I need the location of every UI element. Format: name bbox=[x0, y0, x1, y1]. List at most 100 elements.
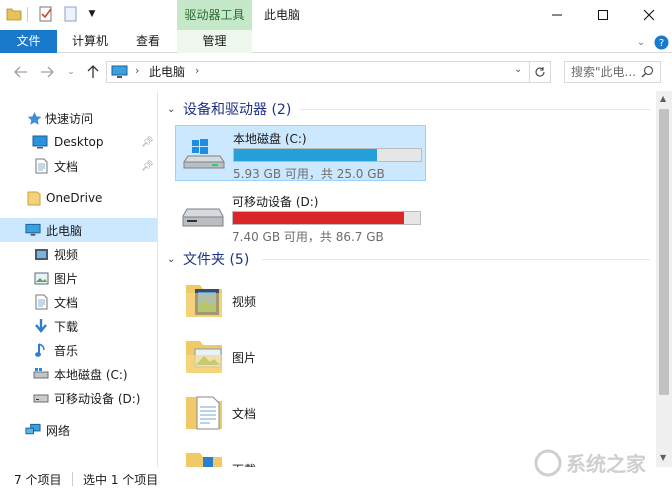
sidebar-item-label: OneDrive bbox=[46, 191, 103, 205]
up-arrow-icon bbox=[87, 65, 99, 78]
up-button[interactable] bbox=[84, 64, 102, 80]
breadcrumb[interactable]: 此电脑 bbox=[149, 62, 185, 82]
document-folder-icon bbox=[183, 391, 225, 436]
ribbon-tabs: 文件 计算机 查看 管理 ⌄ ? bbox=[0, 30, 672, 53]
content-pane: ⌄ 设备和驱动器 (2) 本地磁盘 (C:) 5.93 GB 可用，共 25.0… bbox=[159, 91, 656, 467]
tab-computer[interactable]: 计算机 bbox=[59, 30, 121, 53]
sidebar-item-videos[interactable]: 视频 bbox=[0, 242, 157, 266]
group-divider bbox=[262, 259, 650, 260]
group-header-folders[interactable]: ⌄ 文件夹 (5) bbox=[167, 249, 249, 269]
sidebar-item-label: Desktop bbox=[54, 135, 104, 149]
drive-name: 本地磁盘 (C:) bbox=[233, 132, 307, 146]
folder-item-downloads[interactable]: 下载 bbox=[183, 445, 383, 467]
picture-folder-icon bbox=[183, 335, 225, 380]
video-icon bbox=[33, 246, 49, 262]
drive-usage-fill bbox=[233, 212, 405, 224]
sidebar-item-label: 网络 bbox=[46, 423, 71, 438]
drive-item-d[interactable]: 可移动设备 (D:) 7.40 GB 可用，共 86.7 GB bbox=[175, 189, 426, 245]
status-separator bbox=[72, 472, 73, 486]
sidebar-item-documents-quick[interactable]: 文档 📌︎ bbox=[0, 154, 157, 178]
sidebar-item-label: 下载 bbox=[54, 319, 79, 334]
sidebar-item-this-pc[interactable]: 此电脑 bbox=[0, 218, 157, 242]
sidebar-item-label: 图片 bbox=[54, 271, 79, 286]
sidebar-item-label: 文档 bbox=[54, 295, 79, 310]
folder-item-documents[interactable]: 文档 bbox=[183, 389, 383, 437]
network-icon bbox=[25, 422, 41, 438]
sidebar-item-quick-access[interactable]: 快速访问 bbox=[0, 106, 157, 130]
tab-manage[interactable]: 管理 bbox=[177, 30, 252, 53]
sidebar-item-network[interactable]: 网络 bbox=[0, 418, 157, 442]
pin-icon[interactable]: 📌︎ bbox=[141, 137, 154, 148]
help-icon[interactable]: ? bbox=[653, 34, 669, 50]
recent-locations-button[interactable]: ⌄ bbox=[62, 64, 80, 80]
drive-icon bbox=[33, 366, 49, 382]
selected-count: 选中 1 个项目 bbox=[83, 473, 159, 487]
svg-text:?: ? bbox=[658, 38, 663, 49]
expand-ribbon-icon[interactable]: ⌄ bbox=[633, 34, 649, 50]
group-header-devices[interactable]: ⌄ 设备和驱动器 (2) bbox=[167, 99, 291, 119]
sidebar-item-pictures[interactable]: 图片 bbox=[0, 266, 157, 290]
pin-icon[interactable]: 📌︎ bbox=[141, 161, 154, 172]
document-icon bbox=[33, 158, 49, 174]
customize-toolbar-icon[interactable]: ▼ bbox=[84, 6, 100, 22]
address-dropdown-icon[interactable]: ⌄ bbox=[514, 64, 522, 75]
tab-view[interactable]: 查看 bbox=[121, 30, 175, 53]
chevron-down-icon: ⌄ bbox=[167, 253, 176, 265]
breadcrumb-separator-icon[interactable]: › bbox=[195, 64, 199, 77]
search-placeholder: 搜索"此电... bbox=[571, 65, 636, 79]
video-folder-icon bbox=[183, 279, 225, 324]
item-count: 7 个项目 bbox=[14, 473, 62, 487]
sidebar-item-removable-drive[interactable]: 可移动设备 (D:) bbox=[0, 386, 157, 410]
minimize-button[interactable] bbox=[534, 0, 580, 30]
picture-icon bbox=[33, 270, 49, 286]
close-button[interactable] bbox=[626, 0, 672, 30]
vertical-scrollbar[interactable]: ▲ ▼ bbox=[656, 91, 672, 467]
drive-name: 可移动设备 (D:) bbox=[232, 195, 319, 209]
drive-free-space: 5.93 GB 可用，共 25.0 GB bbox=[233, 167, 385, 181]
search-input[interactable]: 搜索"此电... bbox=[564, 61, 661, 83]
maximize-button[interactable] bbox=[580, 0, 626, 30]
maximize-icon bbox=[598, 10, 608, 20]
sidebar-item-desktop[interactable]: Desktop 📌︎ bbox=[0, 130, 157, 154]
address-bar[interactable]: › 此电脑 › ⌄ bbox=[106, 61, 530, 83]
breadcrumb-separator-icon[interactable]: › bbox=[135, 64, 139, 77]
scroll-up-icon[interactable]: ▲ bbox=[660, 94, 666, 103]
sidebar-item-downloads[interactable]: 下载 bbox=[0, 314, 157, 338]
properties-icon[interactable] bbox=[38, 6, 54, 22]
sidebar-item-label: 可移动设备 (D:) bbox=[54, 391, 141, 406]
back-button[interactable] bbox=[12, 64, 30, 80]
folder-icon[interactable] bbox=[6, 6, 22, 22]
document-icon bbox=[33, 294, 49, 310]
folder-name: 图片 bbox=[232, 351, 257, 365]
group-header-label: 设备和驱动器 (2) bbox=[183, 102, 292, 118]
tab-file[interactable]: 文件 bbox=[0, 30, 57, 53]
folder-item-pictures[interactable]: 图片 bbox=[183, 333, 383, 381]
computer-icon bbox=[25, 222, 41, 238]
sidebar-item-documents[interactable]: 文档 bbox=[0, 290, 157, 314]
scrollbar-thumb[interactable] bbox=[659, 109, 669, 395]
sidebar-item-music[interactable]: 音乐 bbox=[0, 338, 157, 362]
sidebar-item-label: 文档 bbox=[54, 159, 79, 174]
window-title: 此电脑 bbox=[264, 8, 301, 22]
folder-name: 视频 bbox=[232, 295, 257, 309]
folder-name: 文档 bbox=[232, 407, 257, 421]
group-divider bbox=[300, 109, 650, 110]
folder-item-videos[interactable]: 视频 bbox=[183, 277, 383, 325]
sidebar-item-local-disk[interactable]: 本地磁盘 (C:) bbox=[0, 362, 157, 386]
sidebar-item-label: 音乐 bbox=[54, 343, 79, 358]
svg-text:系统之家: 系统之家 bbox=[566, 452, 647, 476]
forward-arrow-icon bbox=[41, 66, 54, 78]
drive-item-c[interactable]: 本地磁盘 (C:) 5.93 GB 可用，共 25.0 GB bbox=[175, 125, 426, 181]
separator bbox=[27, 7, 28, 22]
sidebar-item-label: 快速访问 bbox=[45, 111, 94, 126]
new-folder-icon[interactable] bbox=[63, 6, 79, 22]
refresh-button[interactable] bbox=[530, 61, 551, 83]
refresh-icon bbox=[535, 67, 545, 77]
sidebar-item-onedrive[interactable]: OneDrive bbox=[0, 186, 157, 210]
search-icon bbox=[641, 65, 654, 81]
forward-button[interactable] bbox=[38, 64, 56, 80]
windows-drive-icon bbox=[182, 138, 226, 173]
back-arrow-icon bbox=[14, 66, 27, 78]
drive-usage-fill bbox=[234, 149, 377, 161]
navigation-bar: ⌄ › 此电脑 › ⌄ 搜索"此电... bbox=[0, 53, 672, 91]
